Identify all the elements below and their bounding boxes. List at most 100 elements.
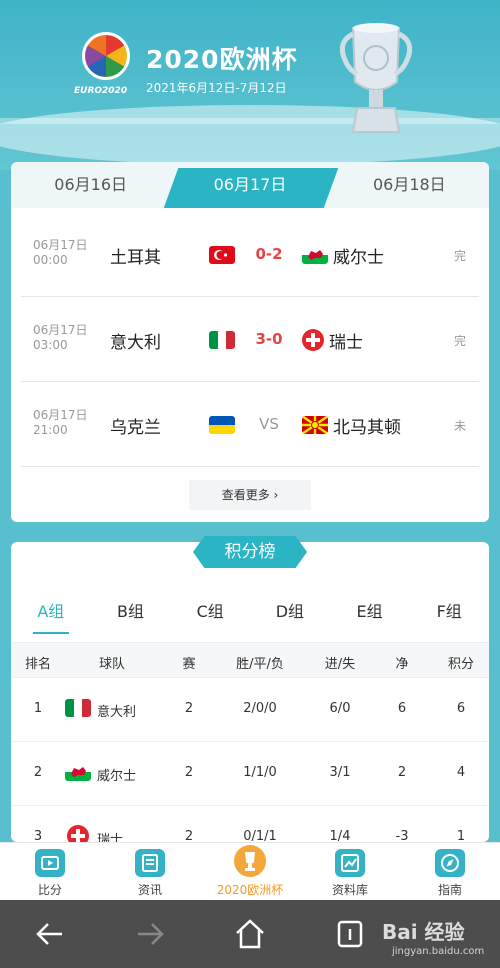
away-team: 北马其顿	[333, 418, 401, 438]
tournament-dates: 2021年6月12日-7月12日	[146, 81, 287, 95]
cell-points: 4	[456, 765, 466, 780]
col-rank: 排名	[24, 657, 52, 672]
table-row[interactable]: 3 瑞士 2 0/1/1 1/4 -3 1	[11, 806, 489, 842]
tabs-icon[interactable]	[332, 916, 368, 952]
watermark-logo: Bai 经验	[382, 920, 465, 944]
col-team: 球队	[98, 657, 126, 672]
nav-label: 2020欧洲杯	[216, 883, 284, 897]
tab-group-e[interactable]: E组	[330, 594, 410, 634]
standings-panel: A组 B组 C组 D组 E组 F组 排名 球队 赛 胜/平/负 进/失 净 积分…	[11, 542, 489, 842]
nav-item-guide[interactable]: 指南	[400, 843, 500, 900]
cell-goal-diff: -3	[395, 829, 409, 842]
table-row[interactable]: 1 意大利 2 2/0/0 6/0 6 6	[11, 678, 489, 742]
cell-goals: 1/4	[329, 829, 351, 842]
match-date: 06月17日 21:00	[33, 408, 88, 438]
ukraine-flag	[209, 416, 235, 434]
home-team: 意大利	[110, 333, 161, 353]
switzerland-flag	[67, 825, 89, 842]
match-date: 06月17日 00:00	[33, 238, 88, 268]
tab-group-f[interactable]: F组	[409, 594, 489, 634]
wales-flag	[65, 763, 91, 781]
cell-goals: 6/0	[329, 701, 351, 716]
col-points: 积分	[447, 657, 475, 672]
view-more-button[interactable]: 查看更多 ›	[189, 480, 311, 510]
cell-team: 威尔士	[97, 769, 137, 784]
match-date-day: 06月17日	[33, 408, 88, 422]
match-time: 00:00	[33, 253, 68, 267]
chart-icon	[335, 849, 365, 877]
away-team: 威尔士	[333, 248, 384, 268]
cell-rank: 1	[33, 701, 43, 716]
nav-item-database[interactable]: 资料库	[300, 843, 400, 900]
standings-header: 排名 球队 赛 胜/平/负 进/失 净 积分	[11, 642, 489, 678]
euro2020-logo: EURO2020	[74, 32, 134, 102]
bottom-nav: 比分 资讯 2020欧洲杯 资料库 指南	[0, 842, 500, 900]
switzerland-flag	[302, 329, 324, 351]
col-wdl: 胜/平/负	[236, 657, 284, 672]
tab-group-c[interactable]: C组	[170, 594, 250, 634]
nav-label: 比分	[37, 883, 62, 897]
match-row[interactable]: 06月17日 03:00 意大利 3-0 瑞士 完	[11, 297, 489, 382]
header-stripe	[0, 118, 500, 124]
home-team: 土耳其	[110, 248, 161, 268]
match-status: 完	[454, 334, 467, 348]
group-tabs: A组 B组 C组 D组 E组 F组	[11, 594, 489, 634]
date-tabs: 06月16日 06月17日 06月18日	[11, 162, 489, 208]
tab-date-0618[interactable]: 06月18日	[330, 162, 489, 208]
nav-item-scores[interactable]: 比分	[0, 843, 100, 900]
match-score: 3-0	[255, 330, 283, 348]
page-title: 2020欧洲杯	[146, 45, 298, 74]
logo-text: EURO2020	[74, 86, 128, 96]
tab-group-a[interactable]: A组	[11, 594, 91, 634]
nav-item-news[interactable]: 资讯	[100, 843, 200, 900]
compass-icon	[435, 849, 465, 877]
cell-wdl: 0/1/1	[243, 829, 277, 842]
match-status: 未	[454, 419, 467, 433]
back-arrow-icon[interactable]	[32, 916, 68, 952]
col-played: 赛	[182, 657, 196, 672]
nav-item-euro2020[interactable]: 2020欧洲杯	[200, 843, 300, 900]
tab-date-0616[interactable]: 06月16日	[11, 162, 170, 208]
standings-title: 积分榜	[193, 536, 307, 568]
table-row[interactable]: 2 威尔士 2 1/1/0 3/1 2 4	[11, 742, 489, 806]
away-team: 瑞士	[329, 333, 363, 353]
schedule-card: 06月16日 06月17日 06月18日 06月17日 00:00 土耳其 0-…	[11, 162, 489, 522]
divider	[21, 466, 479, 467]
cell-goals: 3/1	[329, 765, 351, 780]
tab-date-0617[interactable]: 06月17日	[170, 162, 329, 208]
match-row[interactable]: 06月17日 21:00 乌克兰 VS 北马其顿 未	[11, 382, 489, 467]
header-wave	[0, 105, 500, 165]
cell-goal-diff: 6	[397, 701, 407, 716]
match-row[interactable]: 06月17日 00:00 土耳其 0-2 威尔士 完	[11, 212, 489, 297]
cell-played: 2	[184, 829, 194, 842]
nav-label: 指南	[437, 883, 462, 897]
italy-flag	[209, 331, 235, 349]
cell-played: 2	[184, 701, 194, 716]
cell-team: 意大利	[97, 705, 137, 720]
north-macedonia-flag	[302, 416, 328, 434]
forward-arrow-icon[interactable]	[132, 916, 168, 952]
col-goal-diff: 净	[395, 657, 409, 672]
home-team: 乌克兰	[110, 418, 161, 438]
match-date: 06月17日 03:00	[33, 323, 88, 353]
match-score: 0-2	[255, 245, 283, 263]
logo-ball-icon	[82, 32, 130, 80]
home-icon[interactable]	[232, 916, 268, 952]
news-icon	[135, 849, 165, 877]
cell-points: 6	[456, 701, 466, 716]
cell-goal-diff: 2	[397, 765, 407, 780]
tab-group-d[interactable]: D组	[250, 594, 330, 634]
match-vs: VS	[259, 415, 279, 433]
match-time: 03:00	[33, 338, 68, 352]
cell-rank: 2	[33, 765, 43, 780]
nav-label: 资料库	[331, 883, 368, 897]
trophy-icon	[234, 845, 266, 877]
cell-wdl: 2/0/0	[243, 701, 277, 716]
header-banner: EURO2020 2020欧洲杯 2021年6月12日-7月12日	[0, 0, 500, 170]
tab-group-b[interactable]: B组	[91, 594, 171, 634]
cell-played: 2	[184, 765, 194, 780]
col-goals: 进/失	[324, 657, 356, 672]
match-time: 21:00	[33, 423, 68, 437]
match-date-day: 06月17日	[33, 238, 88, 252]
trophy-icon	[339, 23, 413, 133]
